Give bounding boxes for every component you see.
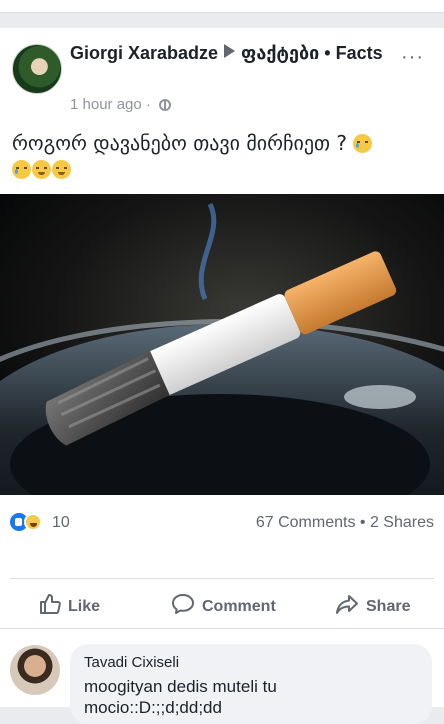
comment-button[interactable]: Comment [170,590,276,624]
cigarette-image [0,194,444,495]
comment-label: Comment [202,598,276,615]
share-label: Share [366,598,411,615]
commenter-name[interactable]: Tavadi Cixiseli [84,654,179,671]
comment-text: moogityan dedis muteli tu mocio::D:;;d;d… [84,677,277,717]
globe-icon [159,99,172,111]
like-label: Like [68,598,101,615]
author-avatar[interactable] [12,44,62,94]
share-button[interactable]: Share [334,590,410,624]
post-meta: 1 hour ago · [70,96,172,113]
crying-face-icon [353,134,373,153]
post-timestamp[interactable]: 1 hour ago [70,96,142,113]
top-bar [0,0,444,13]
status-text: როგორ დავანებო თავი მირჩიეთ ? [12,131,348,155]
shares-count[interactable]: 2 Shares [370,514,434,531]
comment-bubble: Tavadi Cixiseli moogityan dedis muteli t… [70,644,432,724]
post-header: Giorgi Xarabadze ფაქტები • Facts 1 hour a… [12,42,432,122]
reaction-count[interactable]: 10 [52,512,70,534]
comment-bubble-icon [172,594,194,614]
crying-face-icon [12,160,31,179]
group-name[interactable]: ფაქტები • Facts [241,43,383,63]
share-arrow-icon [336,595,358,614]
engagement-counts: 67 Comments • 2 Shares [256,512,434,534]
arrow-right-icon [224,44,236,58]
hugging-face-icon [52,160,71,179]
hugging-face-icon [32,160,51,179]
post-card: Giorgi Xarabadze ფაქტები • Facts 1 hour a… [0,28,444,724]
post-image[interactable] [0,194,444,495]
post-text: როგორ დავანებო თავი მირჩიეთ ? [12,130,432,182]
post-actions: Like Comment Share [0,590,444,624]
commenter-avatar[interactable] [10,645,60,695]
post-stats: 10 67 Comments • 2 Shares [10,512,434,536]
meta-separator: · [145,96,151,113]
divider [0,628,444,629]
haha-reaction-icon [24,513,42,531]
divider [10,578,434,579]
stats-separator: • [359,514,366,531]
like-button[interactable]: Like [38,590,100,624]
thumbs-up-icon [40,594,61,614]
more-options-icon[interactable]: ··· [401,46,424,69]
comments-count[interactable]: 67 Comments [256,514,356,531]
author-name[interactable]: Giorgi Xarabadze [70,43,218,63]
post-title-line: Giorgi Xarabadze ფაქტები • Facts [70,42,390,64]
